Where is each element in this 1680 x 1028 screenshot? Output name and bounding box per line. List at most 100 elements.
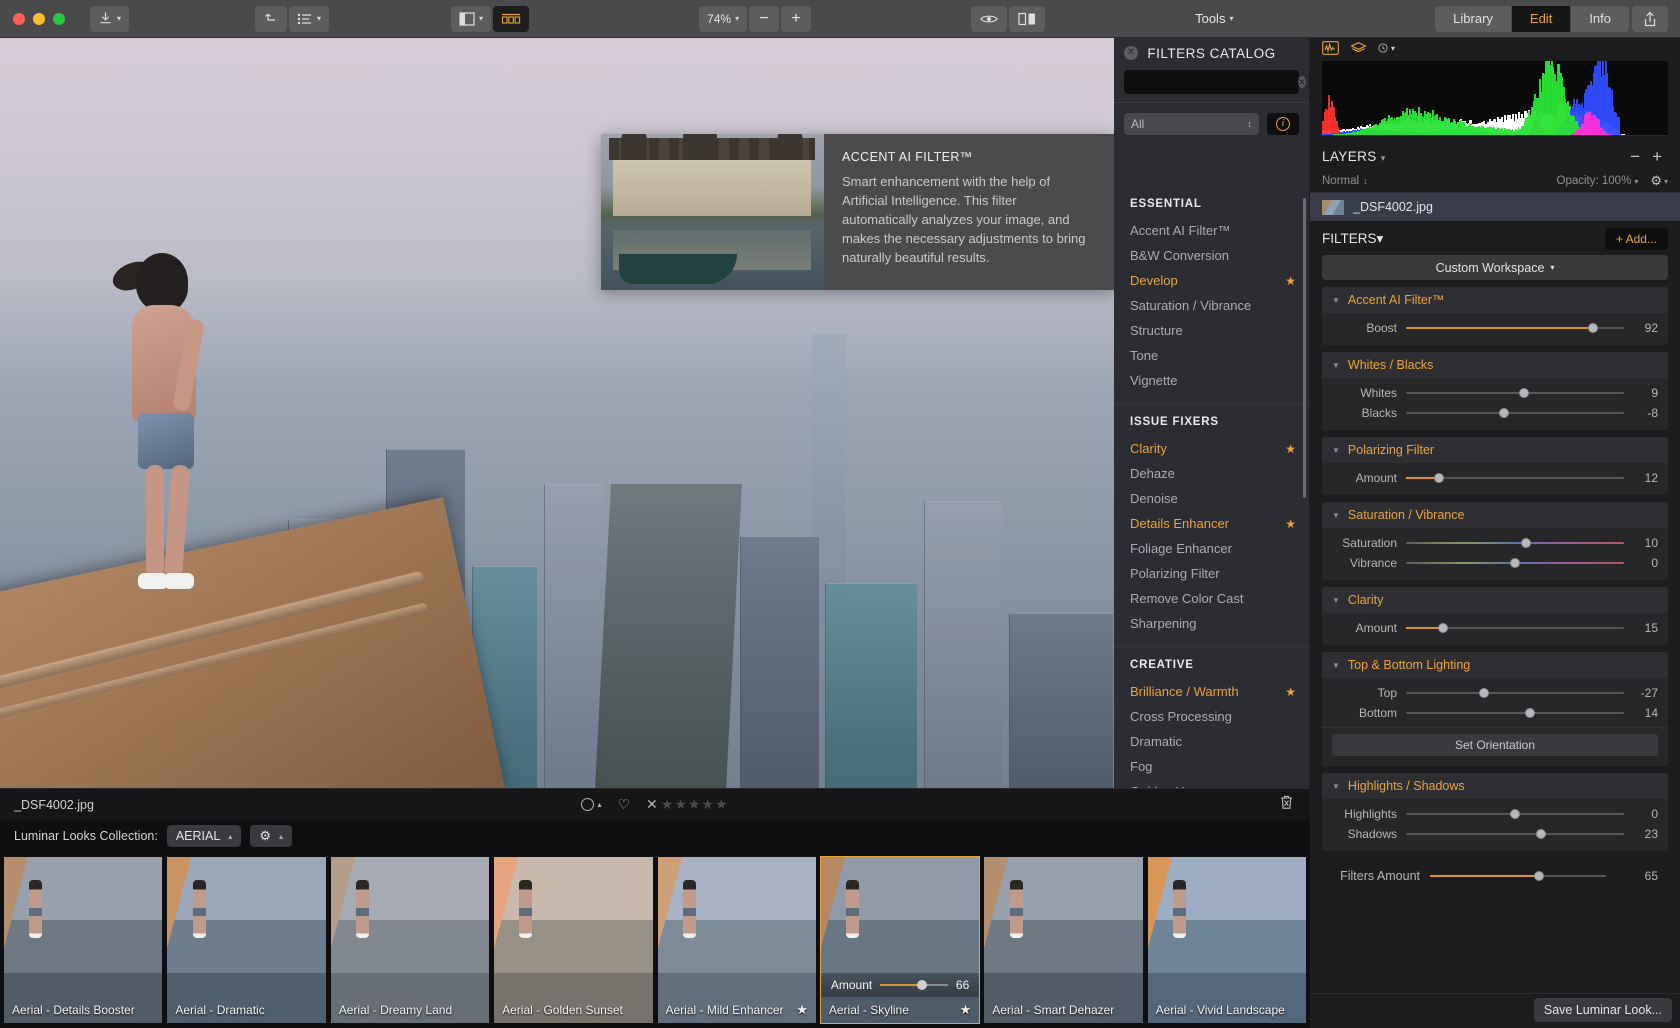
histogram-icon[interactable] xyxy=(1322,41,1339,56)
looks-collection-select[interactable]: AERIAL ▴ xyxy=(167,825,241,847)
slider-row[interactable]: Top -27 xyxy=(1322,683,1668,703)
look-thumbnail[interactable]: Aerial - Dramatic xyxy=(166,856,326,1024)
minimize-window-button[interactable] xyxy=(33,13,45,25)
looks-settings-button[interactable]: ⚙ ▴ xyxy=(250,825,292,847)
slider-knob[interactable] xyxy=(1434,473,1444,483)
remove-layer-button[interactable]: − xyxy=(1624,148,1646,165)
slider-track[interactable] xyxy=(1406,477,1624,479)
catalog-item[interactable]: B&W Conversion xyxy=(1114,243,1310,268)
catalog-item[interactable]: Structure xyxy=(1114,318,1310,343)
slider-row[interactable]: Boost 92 xyxy=(1322,318,1668,338)
add-layer-button[interactable]: + xyxy=(1646,148,1668,165)
triangle-down-icon[interactable]: ▼ xyxy=(1332,596,1340,605)
star-icon[interactable]: ★ xyxy=(1285,685,1296,699)
zoom-in-button[interactable]: + xyxy=(781,6,811,32)
look-thumbnail[interactable]: Aerial - Mild Enhancer ★ xyxy=(657,856,817,1024)
catalog-item[interactable]: Saturation / Vibrance xyxy=(1114,293,1310,318)
slider-track[interactable] xyxy=(1406,833,1624,835)
slider-track[interactable] xyxy=(1406,412,1624,414)
add-filter-button[interactable]: + Add... xyxy=(1605,228,1668,250)
filter-group-header[interactable]: ▼ Highlights / Shadows xyxy=(1322,773,1668,799)
triangle-down-icon[interactable]: ▼ xyxy=(1332,296,1340,305)
slider-row[interactable]: Bottom 14 xyxy=(1322,703,1668,723)
slider-knob[interactable] xyxy=(1510,809,1520,819)
slider-knob[interactable] xyxy=(1525,708,1535,718)
triangle-down-icon[interactable]: ▼ xyxy=(1332,782,1340,791)
slider-knob[interactable] xyxy=(1588,323,1598,333)
look-thumbnail[interactable]: Aerial - Vivid Landscape xyxy=(1147,856,1307,1024)
catalog-info-button[interactable]: i xyxy=(1267,113,1299,135)
slider-knob[interactable] xyxy=(1499,408,1509,418)
triangle-down-icon[interactable]: ▼ xyxy=(1332,511,1340,520)
slider-knob[interactable] xyxy=(1479,688,1489,698)
catalog-item[interactable]: Golden Hour xyxy=(1114,779,1310,788)
triangle-down-icon[interactable]: ▼ xyxy=(1332,361,1340,370)
look-thumbnail[interactable]: Aerial - Details Booster xyxy=(3,856,163,1024)
slider-row[interactable]: Amount 15 xyxy=(1322,618,1668,638)
slider-track[interactable] xyxy=(1406,813,1624,815)
preview-toggle-button[interactable] xyxy=(971,6,1007,32)
star-icon[interactable]: ★ xyxy=(1285,517,1296,531)
star-rating[interactable]: ★★★★★ xyxy=(661,796,729,813)
slider-knob[interactable] xyxy=(1521,538,1531,548)
workspace-select[interactable]: Custom Workspace ▾ xyxy=(1322,255,1668,280)
star-icon[interactable]: ★ xyxy=(1285,274,1296,288)
catalog-item[interactable]: Clarity ★ xyxy=(1114,436,1310,461)
search-input[interactable] xyxy=(1137,75,1292,89)
slider-row[interactable]: Shadows 23 xyxy=(1322,824,1668,844)
maximize-window-button[interactable] xyxy=(53,13,65,25)
mode-edit[interactable]: Edit xyxy=(1512,6,1571,32)
flag-circle-icon[interactable]: ▴ xyxy=(581,798,601,811)
catalog-item[interactable]: Develop ★ xyxy=(1114,268,1310,293)
catalog-scrollbar[interactable] xyxy=(1303,198,1306,498)
slider-knob[interactable] xyxy=(1536,829,1546,839)
catalog-item[interactable]: Dramatic xyxy=(1114,729,1310,754)
history-clock-icon[interactable]: ▾ xyxy=(1378,41,1395,56)
slider-row[interactable]: Blacks -8 xyxy=(1322,403,1668,423)
slider-row[interactable]: Saturation 10 xyxy=(1322,533,1668,553)
zoom-level-button[interactable]: 74% ▾ xyxy=(699,6,747,32)
star-icon[interactable]: ★ xyxy=(960,1002,972,1018)
catalog-item[interactable]: Vignette xyxy=(1114,368,1310,393)
view-options-button[interactable]: ▾ xyxy=(289,6,329,32)
gear-icon[interactable]: ⚙ xyxy=(1650,173,1662,189)
filters-amount-track[interactable] xyxy=(1430,875,1606,877)
trash-icon[interactable] xyxy=(1279,794,1294,815)
filter-group-header[interactable]: ▼ Clarity xyxy=(1322,587,1668,613)
slider-row[interactable]: Whites 9 xyxy=(1322,383,1668,403)
opacity-value[interactable]: Opacity: 100% xyxy=(1557,175,1632,187)
mode-info[interactable]: Info xyxy=(1571,6,1629,32)
reject-x-icon[interactable]: ✕ xyxy=(646,796,658,813)
export-button[interactable]: ▾ xyxy=(90,6,129,32)
slider-track[interactable] xyxy=(1406,692,1624,694)
look-thumbnail-selected[interactable]: Amount 66 Aerial - Skyline ★ xyxy=(820,856,980,1024)
slider-knob[interactable] xyxy=(1519,388,1529,398)
look-amount-track[interactable] xyxy=(880,984,948,986)
share-button[interactable] xyxy=(1632,6,1668,32)
star-icon[interactable]: ★ xyxy=(1285,442,1296,456)
catalog-item[interactable]: Accent AI Filter™ xyxy=(1114,218,1310,243)
slider-knob[interactable] xyxy=(917,980,927,990)
star-icon[interactable]: ★ xyxy=(796,1002,808,1018)
slider-knob[interactable] xyxy=(1534,871,1544,881)
look-thumbnail[interactable]: Aerial - Golden Sunset xyxy=(493,856,653,1024)
catalog-item[interactable]: Fog xyxy=(1114,754,1310,779)
slider-track[interactable] xyxy=(1406,712,1624,714)
slider-knob[interactable] xyxy=(1510,558,1520,568)
slider-knob[interactable] xyxy=(1438,623,1448,633)
slider-track[interactable] xyxy=(1406,327,1624,329)
filter-group-header[interactable]: ▼ Saturation / Vibrance xyxy=(1322,502,1668,528)
clear-icon[interactable]: ✕ xyxy=(1298,76,1306,88)
close-icon[interactable]: ✕ xyxy=(1124,46,1138,60)
looks-filmstrip[interactable]: Aerial - Details Booster Aerial - Dramat… xyxy=(0,852,1310,1028)
catalog-item[interactable]: Tone xyxy=(1114,343,1310,368)
catalog-item[interactable]: Polarizing Filter xyxy=(1114,561,1310,586)
catalog-item[interactable]: Foliage Enhancer xyxy=(1114,536,1310,561)
slider-track[interactable] xyxy=(1406,562,1624,564)
filter-group-header[interactable]: ▼ Polarizing Filter xyxy=(1322,437,1668,463)
slider-row[interactable]: Amount 12 xyxy=(1322,468,1668,488)
triangle-down-icon[interactable]: ▼ xyxy=(1332,661,1340,670)
filter-group-header[interactable]: ▼ Whites / Blacks xyxy=(1322,352,1668,378)
layers-stack-icon[interactable] xyxy=(1350,41,1367,56)
panel-toggle-button[interactable]: ▾ xyxy=(451,6,491,32)
